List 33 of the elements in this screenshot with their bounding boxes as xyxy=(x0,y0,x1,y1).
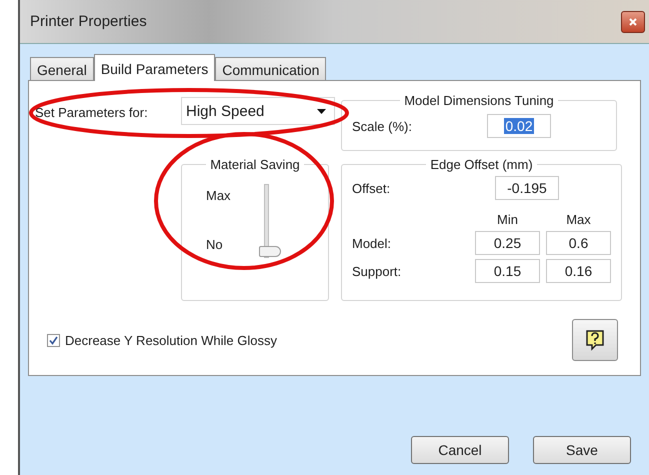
caret-icon xyxy=(317,108,326,114)
field-label: Support: xyxy=(352,264,402,278)
checkbox-label: Decrease Y Resolution While Glossy xyxy=(65,332,277,348)
help-icon xyxy=(585,329,605,351)
column-header: Max xyxy=(565,212,592,227)
group-title: Model Dimensions Tuning xyxy=(403,93,555,108)
tab[interactable]: General xyxy=(30,57,94,80)
dialog-button[interactable]: Cancel xyxy=(411,436,509,464)
field-label: Set Parameters for: xyxy=(35,105,149,120)
help-button[interactable] xyxy=(572,319,618,361)
min-field[interactable]: 0.15 xyxy=(475,259,540,283)
checkbox[interactable] xyxy=(47,334,60,346)
min-field[interactable]: 0.25 xyxy=(475,231,540,255)
field-label: Scale (%): xyxy=(352,118,413,134)
group-title: Edge Offset (mm) xyxy=(429,157,534,172)
close-button[interactable] xyxy=(621,10,645,32)
window-title: Printer Properties xyxy=(30,13,147,30)
max-field[interactable]: 0.6 xyxy=(546,231,611,255)
slider-thumb[interactable] xyxy=(259,246,281,257)
field-label: Model: xyxy=(352,236,392,250)
dialog-button[interactable]: Save xyxy=(533,436,631,464)
field-label: Offset: xyxy=(352,180,392,196)
tab[interactable]: Communication xyxy=(215,57,326,80)
parameters-dropdown[interactable]: High Speed xyxy=(181,97,335,125)
group-title: Material Saving xyxy=(209,157,301,172)
column-header: Min xyxy=(496,212,519,227)
slider-label: Max xyxy=(206,188,232,203)
close-icon xyxy=(629,18,637,26)
slider-label: No xyxy=(206,237,224,252)
max-field[interactable]: 0.16 xyxy=(546,259,611,283)
tab[interactable]: Build Parameters xyxy=(94,54,216,81)
offset-field[interactable]: -0.195 xyxy=(495,176,559,200)
scale-field[interactable]: 0.02 xyxy=(487,114,551,138)
